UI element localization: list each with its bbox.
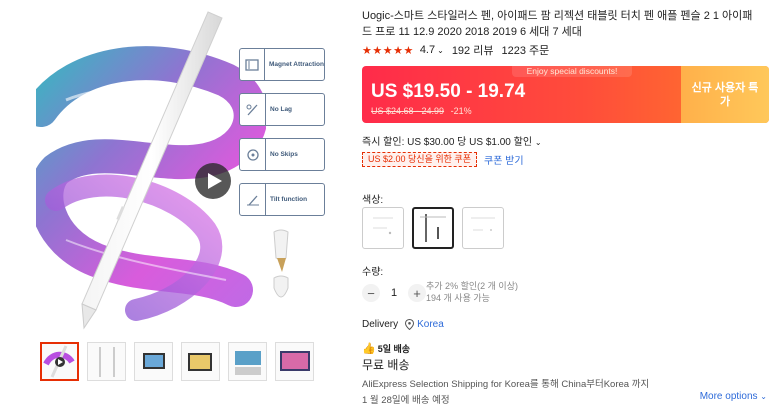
more-options-text: More options: [699, 391, 758, 402]
delivery-location[interactable]: Korea: [401, 319, 444, 330]
tilt-icon: [240, 184, 266, 215]
promo-banner: Enjoy special discounts!: [512, 66, 632, 77]
feature-no-lag: No Lag: [239, 93, 325, 126]
chevron-down-icon: ⌄: [760, 392, 767, 401]
current-price: US $19.50 - 19.74: [371, 81, 526, 102]
instant-discount[interactable]: 즉시 할인: US $30.00 당 US $1.00 할인 ⌄: [362, 133, 542, 148]
play-icon: [207, 173, 222, 189]
feature-tilt: Tilt function: [239, 183, 325, 216]
no-lag-icon: [240, 94, 266, 125]
bulk-discount-text: 추가 2% 할인(2 개 이상): [426, 281, 518, 291]
discount-percent: -21%: [450, 106, 472, 116]
thumbnail[interactable]: [40, 342, 79, 381]
decrement-button[interactable]: −: [362, 284, 380, 302]
feature-label: No Skips: [270, 151, 298, 158]
thumbnail[interactable]: [134, 342, 173, 381]
color-option[interactable]: [462, 207, 504, 249]
rating-value: 4.7: [419, 44, 436, 56]
shipping-description: AliExpress Selection Shipping for Korea를…: [362, 379, 650, 390]
play-video-button[interactable]: [195, 163, 231, 199]
no-skips-icon: [240, 139, 266, 170]
original-price: US $24.68 - 24.99 -21%: [371, 106, 472, 116]
shipping-badge: 👍 5일 배송: [362, 342, 410, 355]
main-product-image[interactable]: Magnet Attraction No Lag No Skips Tilt f…: [36, 10, 336, 332]
stock-text: 194 개 사용 가능: [426, 293, 490, 303]
thumbs-up-icon: 👍: [362, 343, 376, 355]
thumbnail-strip: [40, 342, 314, 381]
feature-no-skips: No Skips: [239, 138, 325, 171]
coupon-row: US $2.00 당신을 위한 쿠폰 쿠폰 받기: [362, 152, 524, 167]
feature-label: Magnet Attraction: [268, 61, 324, 68]
chevron-down-icon: ⌄: [534, 138, 542, 147]
location-text: Korea: [417, 319, 444, 330]
quantity-note: 추가 2% 할인(2 개 이상) 194 개 사용 가능: [426, 280, 518, 304]
color-options: [362, 207, 504, 249]
thumbnail[interactable]: [87, 342, 126, 381]
star-rating-icon: ★★★★★: [362, 44, 414, 57]
feature-magnet: Magnet Attraction: [239, 48, 325, 81]
original-price-value: US $24.68 - 24.99: [371, 106, 445, 116]
quantity-stepper: − 1 +: [362, 284, 426, 302]
feature-label: Tilt function: [270, 196, 308, 203]
quantity-value[interactable]: 1: [380, 287, 408, 299]
product-gallery: Magnet Attraction No Lag No Skips Tilt f…: [0, 0, 350, 407]
new-user-deal-badge[interactable]: 신규 사용자 특가: [681, 66, 769, 123]
increment-button[interactable]: +: [408, 284, 426, 302]
quantity-label: 수량:: [362, 267, 384, 278]
delivery-label: Delivery: [362, 319, 399, 330]
color-option[interactable]: [362, 207, 404, 249]
color-option[interactable]: [412, 207, 454, 249]
feature-label: No Lag: [270, 106, 293, 113]
thumbnail[interactable]: [275, 342, 314, 381]
magnet-icon: [240, 49, 265, 80]
location-pin-icon: [405, 319, 415, 330]
get-coupon-link[interactable]: 쿠폰 받기: [484, 152, 524, 167]
shipping-badge-text: 5일 배송: [377, 344, 411, 354]
color-label: 색상:: [362, 195, 384, 206]
free-shipping: 무료 배송: [362, 358, 410, 372]
product-title: Uogic-스마트 스타일러스 펜, 아이패드 팜 리젝션 태블릿 터치 펜 애…: [362, 10, 753, 38]
thumbnail[interactable]: [181, 342, 220, 381]
instant-discount-text: 즉시 할인: US $30.00 당 US $1.00 할인: [362, 137, 533, 148]
more-options-link[interactable]: More options ⌄: [700, 391, 767, 402]
delivery-date: 1 월 28일에 배송 예정: [362, 395, 450, 406]
order-count: 1223 주문: [501, 45, 550, 57]
review-count[interactable]: 192 리뷰: [452, 42, 494, 58]
delivery-row: Delivery Korea: [362, 319, 444, 330]
coupon-badge: US $2.00 당신을 위한 쿠폰: [362, 152, 477, 167]
chevron-down-icon[interactable]: ⌄: [437, 46, 444, 55]
rating-row: ★★★★★ 4.7 ⌄ 192 리뷰 1223 주문: [362, 42, 549, 58]
thumbnail[interactable]: [228, 342, 267, 381]
price-box: Enjoy special discounts! US $19.50 - 19.…: [362, 66, 769, 123]
